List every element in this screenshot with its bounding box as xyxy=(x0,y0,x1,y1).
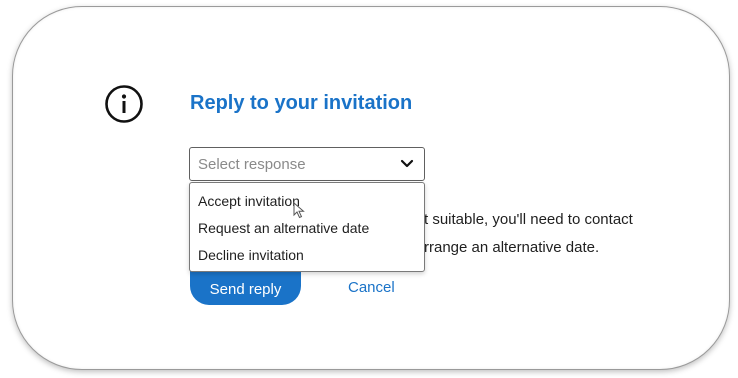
response-select[interactable]: Select response xyxy=(189,147,425,181)
mouse-cursor-icon xyxy=(293,202,305,219)
info-icon xyxy=(105,85,143,123)
dialog-title: Reply to your invitation xyxy=(190,92,413,114)
chevron-down-icon[interactable] xyxy=(400,158,414,170)
body-text-line-1: t suitable, you'll need to contact xyxy=(424,211,633,228)
response-dropdown-menu: Accept invitation Request an alternative… xyxy=(189,182,425,272)
option-request-alternative-date[interactable]: Request an alternative date xyxy=(198,220,369,236)
dialog-body-text: t suitable, you'll need to contact rrang… xyxy=(424,206,633,262)
option-accept-invitation[interactable]: Accept invitation xyxy=(198,193,300,209)
option-decline-invitation[interactable]: Decline invitation xyxy=(198,247,304,263)
send-reply-button[interactable]: Send reply xyxy=(190,268,301,305)
body-text-line-2: rrange an alternative date. xyxy=(424,239,600,256)
select-placeholder: Select response xyxy=(198,156,306,173)
cancel-link[interactable]: Cancel xyxy=(348,279,395,296)
